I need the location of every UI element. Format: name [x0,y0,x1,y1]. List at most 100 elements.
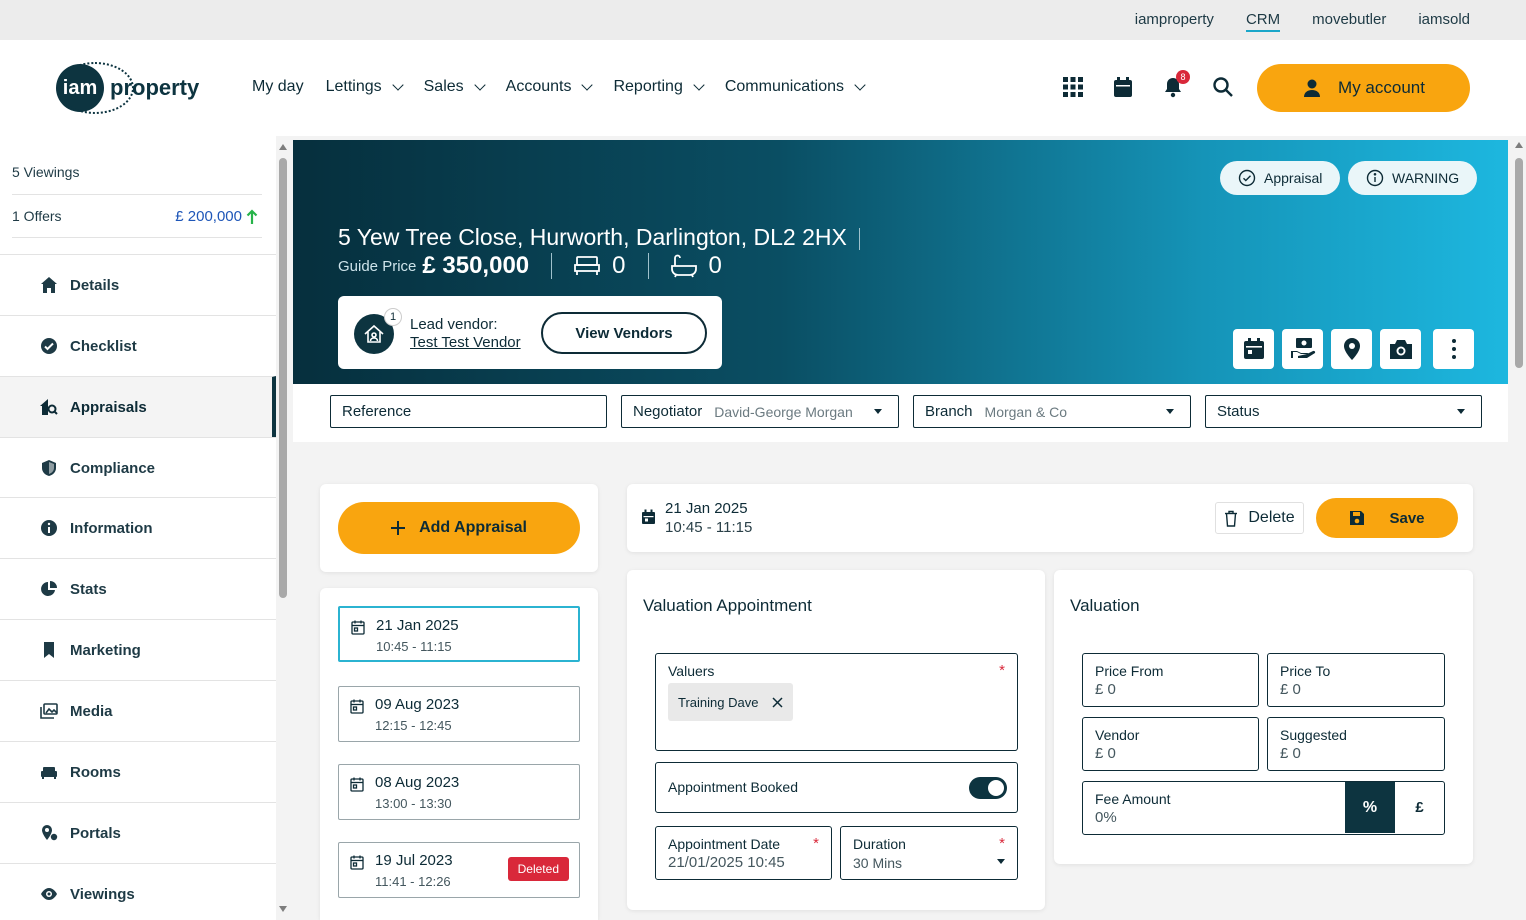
product-links: iamproperty CRM movebutler iamsold [1135,11,1470,32]
view-vendors-button[interactable]: View Vendors [541,312,707,354]
hand-money-icon [1290,338,1315,358]
price-from-field[interactable]: Price From £ 0 [1082,653,1259,707]
sidebar-item-details[interactable]: Details [0,254,276,315]
sidebar-item-media[interactable]: Media [0,680,276,741]
valuers-field[interactable]: Valuers * Training Dave [655,653,1018,751]
sidebar-item-stats[interactable]: Stats [0,558,276,619]
delete-button[interactable]: Delete [1215,502,1304,534]
link-iamproperty[interactable]: iamproperty [1135,11,1214,32]
scrollbar-thumb[interactable] [1515,158,1523,368]
appointment-date-field[interactable]: Appointment Date * 21/01/2025 10:45 [655,826,832,880]
appraisal-item[interactable]: 19 Jul 2023 11:41 - 12:26 Deleted [338,842,580,898]
appraisal-time: 11:41 - 12:26 [375,874,451,889]
sidebar-item-marketing[interactable]: Marketing [0,619,276,680]
calendar-icon [642,509,655,524]
scroll-up-arrow[interactable] [1515,142,1523,148]
appraisal-time: 13:00 - 13:30 [375,796,452,811]
caret-down-icon [997,859,1005,864]
bedroom-count: 0 [612,252,626,279]
map-action-button[interactable] [1331,329,1372,369]
sidebar-item-compliance[interactable]: Compliance [0,437,276,498]
price-from-value: £ 0 [1095,681,1116,698]
warning-pill[interactable]: WARNING [1348,161,1478,195]
lead-vendor-link[interactable]: Test Test Vendor [410,334,521,351]
sidebar-item-checklist[interactable]: Checklist [0,315,276,376]
scroll-down-arrow[interactable] [279,906,287,912]
appraisal-item[interactable]: 08 Aug 2023 13:00 - 13:30 [338,764,580,820]
pill-label: WARNING [1392,170,1460,186]
vendor-price-label: Vendor [1095,727,1140,743]
close-icon[interactable] [772,696,783,708]
sidebar-item-portals[interactable]: Portals [0,802,276,863]
add-appraisal-button[interactable]: Add Appraisal [338,502,580,554]
link-iamsold[interactable]: iamsold [1418,11,1470,32]
price-to-field[interactable]: Price To £ 0 [1267,653,1445,707]
suggested-price-field[interactable]: Suggested £ 0 [1267,717,1445,771]
offers-count[interactable]: 1 Offers [12,208,62,224]
my-account-button[interactable]: My account [1257,64,1470,112]
reference-field[interactable]: Reference [330,395,607,428]
appointment-booked-toggle[interactable] [969,777,1007,799]
add-appraisal-card: Add Appraisal [320,484,598,572]
nav-label: Accounts [505,78,572,95]
chevron-down-icon [693,79,705,91]
sidebar-item-information[interactable]: Information [0,497,276,558]
pill-label: Appraisal [1264,170,1323,186]
sidebar-item-label: Stats [70,580,107,598]
selected-date: 21 Jan 2025 [665,500,748,517]
camera-icon [1389,340,1412,359]
divider [12,237,262,238]
caret-down-icon [1457,409,1465,414]
sidebar-item-label: Details [70,276,120,294]
pound-toggle-button[interactable]: £ [1395,782,1444,833]
scrollbar-thumb[interactable] [279,158,287,598]
search-icon[interactable] [1212,76,1234,98]
sidebar-item-label: Marketing [70,641,141,659]
top-strip: iamproperty CRM movebutler iamsold [0,0,1526,40]
status-select[interactable]: Status [1205,395,1482,428]
chevron-down-icon [581,79,594,91]
nav-my-day[interactable]: My day [252,78,304,96]
appraisal-item[interactable]: 21 Jan 2025 10:45 - 11:15 [338,606,580,662]
viewings-count[interactable]: 5 Viewings [12,164,79,180]
plus-icon [391,521,406,535]
sidebar-item-rooms[interactable]: Rooms [0,741,276,802]
status-label: Status [1217,403,1260,420]
valuation-action-button[interactable] [1282,329,1323,369]
sidebar-item-viewings[interactable]: Viewings [0,863,276,920]
scroll-up-arrow[interactable] [279,144,287,150]
fee-amount-field[interactable]: Fee Amount 0% % £ [1082,781,1445,835]
logo[interactable]: iam property [56,62,199,114]
lead-vendor-label: Lead vendor: [410,316,498,333]
images-icon [40,703,58,719]
appraisal-pill[interactable]: Appraisal [1220,161,1341,195]
duration-label: Duration [853,836,906,852]
negotiator-select[interactable]: Negotiator David-George Morgan [621,395,899,428]
calendar-action-button[interactable] [1233,329,1274,369]
branch-select[interactable]: Branch Morgan & Co [913,395,1191,428]
apps-grid-icon[interactable] [1062,76,1084,98]
nav-reporting[interactable]: Reporting [613,78,705,96]
vendor-price-field[interactable]: Vendor £ 0 [1082,717,1259,771]
vendor-price-value: £ 0 [1095,745,1116,762]
save-icon [1350,511,1365,525]
appraisal-item[interactable]: 09 Aug 2023 12:15 - 12:45 [338,686,580,742]
nav-communications[interactable]: Communications [725,78,866,96]
percent-toggle-button[interactable]: % [1345,782,1395,833]
sidebar-item-appraisals[interactable]: Appraisals [0,376,276,437]
chevron-down-icon [473,79,486,91]
camera-action-button[interactable] [1380,329,1421,369]
more-options-button[interactable] [1433,329,1474,369]
page-scrollbar[interactable] [1512,136,1526,920]
duration-select[interactable]: Duration * 30 Mins [840,826,1018,880]
sidebar-scrollbar[interactable] [277,140,289,920]
property-banner: Appraisal WARNING 5 Yew Tree Close, Hurw… [293,140,1508,384]
link-crm[interactable]: CRM [1245,11,1281,32]
nav-lettings[interactable]: Lettings [326,78,404,96]
nav-accounts[interactable]: Accounts [505,78,594,96]
nav-sales[interactable]: Sales [424,78,486,96]
save-button[interactable]: Save [1316,498,1458,538]
bell-icon[interactable]: 8 [1162,70,1190,98]
link-movebutler[interactable]: movebutler [1312,11,1386,32]
calendar-icon[interactable] [1112,76,1134,98]
